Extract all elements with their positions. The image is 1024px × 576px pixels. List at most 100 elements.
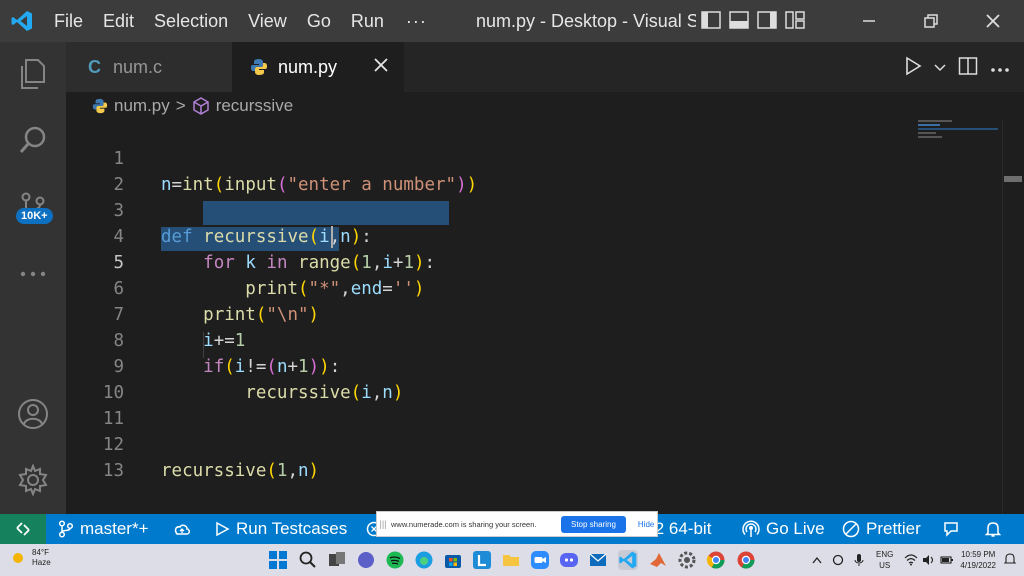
settings-gear-icon[interactable] — [0, 452, 66, 508]
toggle-panel-icon[interactable] — [728, 9, 750, 31]
more-actions-icon[interactable] — [990, 60, 1010, 78]
app-l-icon[interactable] — [472, 550, 492, 570]
minimap-line — [918, 136, 942, 138]
breadcrumb-separator: > — [175, 96, 186, 115]
stop-sharing-button[interactable]: Stop sharing — [561, 515, 626, 533]
close-tab-icon[interactable] — [372, 56, 390, 79]
title-bar: File Edit Selection View Go Run ··· num.… — [0, 0, 1024, 42]
run-dropdown-chevron-icon[interactable] — [934, 60, 946, 78]
clock-date: 4/19/2022 — [960, 561, 996, 570]
minimize-icon[interactable] — [838, 0, 900, 42]
code-text: recurssive(1,n) — [161, 461, 320, 481]
minimap-line — [918, 132, 936, 134]
weather-condition: Haze — [32, 558, 51, 567]
windows-start-icon[interactable] — [268, 550, 288, 570]
layout-controls — [700, 9, 806, 31]
minimap-line — [918, 124, 940, 126]
edge-browser-icon[interactable] — [414, 550, 434, 570]
prettier-status[interactable]: Prettier — [842, 514, 921, 544]
menu-view[interactable]: View — [238, 0, 297, 42]
close-window-icon[interactable] — [962, 0, 1024, 42]
tray-overflow-chevron-icon[interactable] — [812, 556, 822, 564]
go-live-label: Go Live — [766, 519, 825, 538]
hide-sharing-button[interactable]: Hide — [638, 520, 654, 529]
system-status-icons[interactable] — [904, 544, 954, 576]
tab-num-py[interactable]: num.py — [232, 42, 404, 92]
python-interpreter-status[interactable]: .2 64-bit — [650, 514, 711, 544]
sync-status[interactable] — [172, 514, 192, 544]
microphone-tray-icon[interactable] — [854, 553, 864, 567]
breadcrumb: num.py > recurssive — [92, 92, 293, 120]
git-branch-icon — [58, 520, 74, 538]
sharing-message: www.numerade.com is sharing your screen. — [391, 519, 537, 529]
sync-tray-icon[interactable] — [832, 554, 844, 566]
menu-go[interactable]: Go — [297, 0, 341, 42]
explorer-icon[interactable] — [0, 46, 66, 102]
settings-app-icon[interactable] — [677, 550, 697, 570]
breadcrumb-symbol[interactable]: recurssive — [216, 96, 293, 116]
tab-num-c[interactable]: C num.c — [66, 42, 232, 92]
menu-run[interactable]: Run — [341, 0, 394, 42]
toggle-secondary-sidebar-icon[interactable] — [756, 9, 778, 31]
toggle-sidebar-icon[interactable] — [700, 9, 722, 31]
search-icon[interactable] — [0, 112, 66, 168]
minimap[interactable] — [918, 120, 1008, 160]
split-editor-icon[interactable] — [958, 56, 978, 81]
restore-icon[interactable] — [900, 0, 962, 42]
chrome-profile-icon[interactable] — [736, 550, 756, 570]
vscode-logo-icon — [0, 0, 44, 42]
run-testcases-button[interactable]: Run Testcases — [214, 514, 347, 544]
window-controls — [838, 0, 1024, 42]
mail-icon[interactable] — [588, 550, 608, 570]
region-code: US — [879, 561, 891, 570]
menu-more-button[interactable]: ··· — [394, 11, 439, 32]
weather-widget[interactable]: 84°F Haze — [10, 548, 51, 568]
more-views-icon[interactable] — [0, 246, 66, 302]
system-clock[interactable]: 10:59 PM 4/19/2022 — [960, 549, 996, 571]
screen-sharing-bar: ||| www.numerade.com is sharing your scr… — [376, 511, 658, 537]
accounts-icon[interactable] — [0, 386, 66, 442]
task-view-icon[interactable] — [327, 550, 347, 570]
teams-chat-icon[interactable] — [356, 550, 376, 570]
tab-label: num.c — [113, 56, 163, 77]
clock-time: 10:59 PM — [961, 550, 996, 559]
code-line: 2 — [66, 146, 1002, 195]
vscode-taskbar-icon[interactable] — [618, 550, 638, 570]
temperature: 84°F — [32, 548, 49, 557]
spotify-icon[interactable] — [385, 550, 405, 570]
notifications-bell-icon[interactable] — [984, 514, 1002, 544]
chrome-icon[interactable] — [706, 550, 726, 570]
input-language[interactable]: ENG US — [876, 549, 893, 571]
git-branch-status[interactable]: master*+ — [58, 514, 149, 544]
microsoft-store-icon[interactable] — [443, 550, 463, 570]
feedback-icon[interactable] — [942, 514, 960, 544]
code-line: 10 — [66, 354, 1002, 403]
code-line: 5 print("*",end='') — [66, 224, 1002, 299]
taskbar-search-icon[interactable] — [298, 550, 318, 570]
matlab-icon[interactable] — [648, 550, 668, 570]
file-explorer-icon[interactable] — [501, 550, 521, 570]
zoom-icon[interactable] — [530, 550, 550, 570]
python-file-icon — [92, 98, 108, 114]
notification-center-icon[interactable] — [1003, 552, 1017, 571]
menu-file[interactable]: File — [44, 0, 93, 42]
run-python-icon[interactable] — [904, 56, 922, 81]
code-line: 12 recurssive(1,n) — [66, 406, 1002, 481]
menu-edit[interactable]: Edit — [93, 0, 144, 42]
go-live-button[interactable]: Go Live — [742, 514, 825, 544]
remote-indicator-icon[interactable] — [0, 514, 46, 544]
breadcrumb-file[interactable]: num.py — [114, 96, 170, 116]
menu-selection[interactable]: Selection — [144, 0, 238, 42]
code-line: 3 def recurssive(i,n): — [66, 172, 1002, 247]
broadcast-icon — [742, 520, 760, 538]
customize-layout-icon[interactable] — [784, 9, 806, 31]
branch-name: master*+ — [80, 519, 149, 538]
battery-icon — [940, 554, 954, 566]
source-control-icon[interactable] — [0, 178, 66, 234]
editor-tab-bar: C num.c num.py — [66, 42, 1024, 92]
discord-icon[interactable] — [559, 550, 579, 570]
code-editor[interactable]: 1 n=int(input("enter a number")) 2 3 def… — [66, 120, 1002, 514]
line-number: 13 — [102, 461, 124, 481]
code-line: 1 n=int(input("enter a number")) — [66, 120, 1002, 195]
drag-handle[interactable]: ||| — [377, 519, 389, 529]
